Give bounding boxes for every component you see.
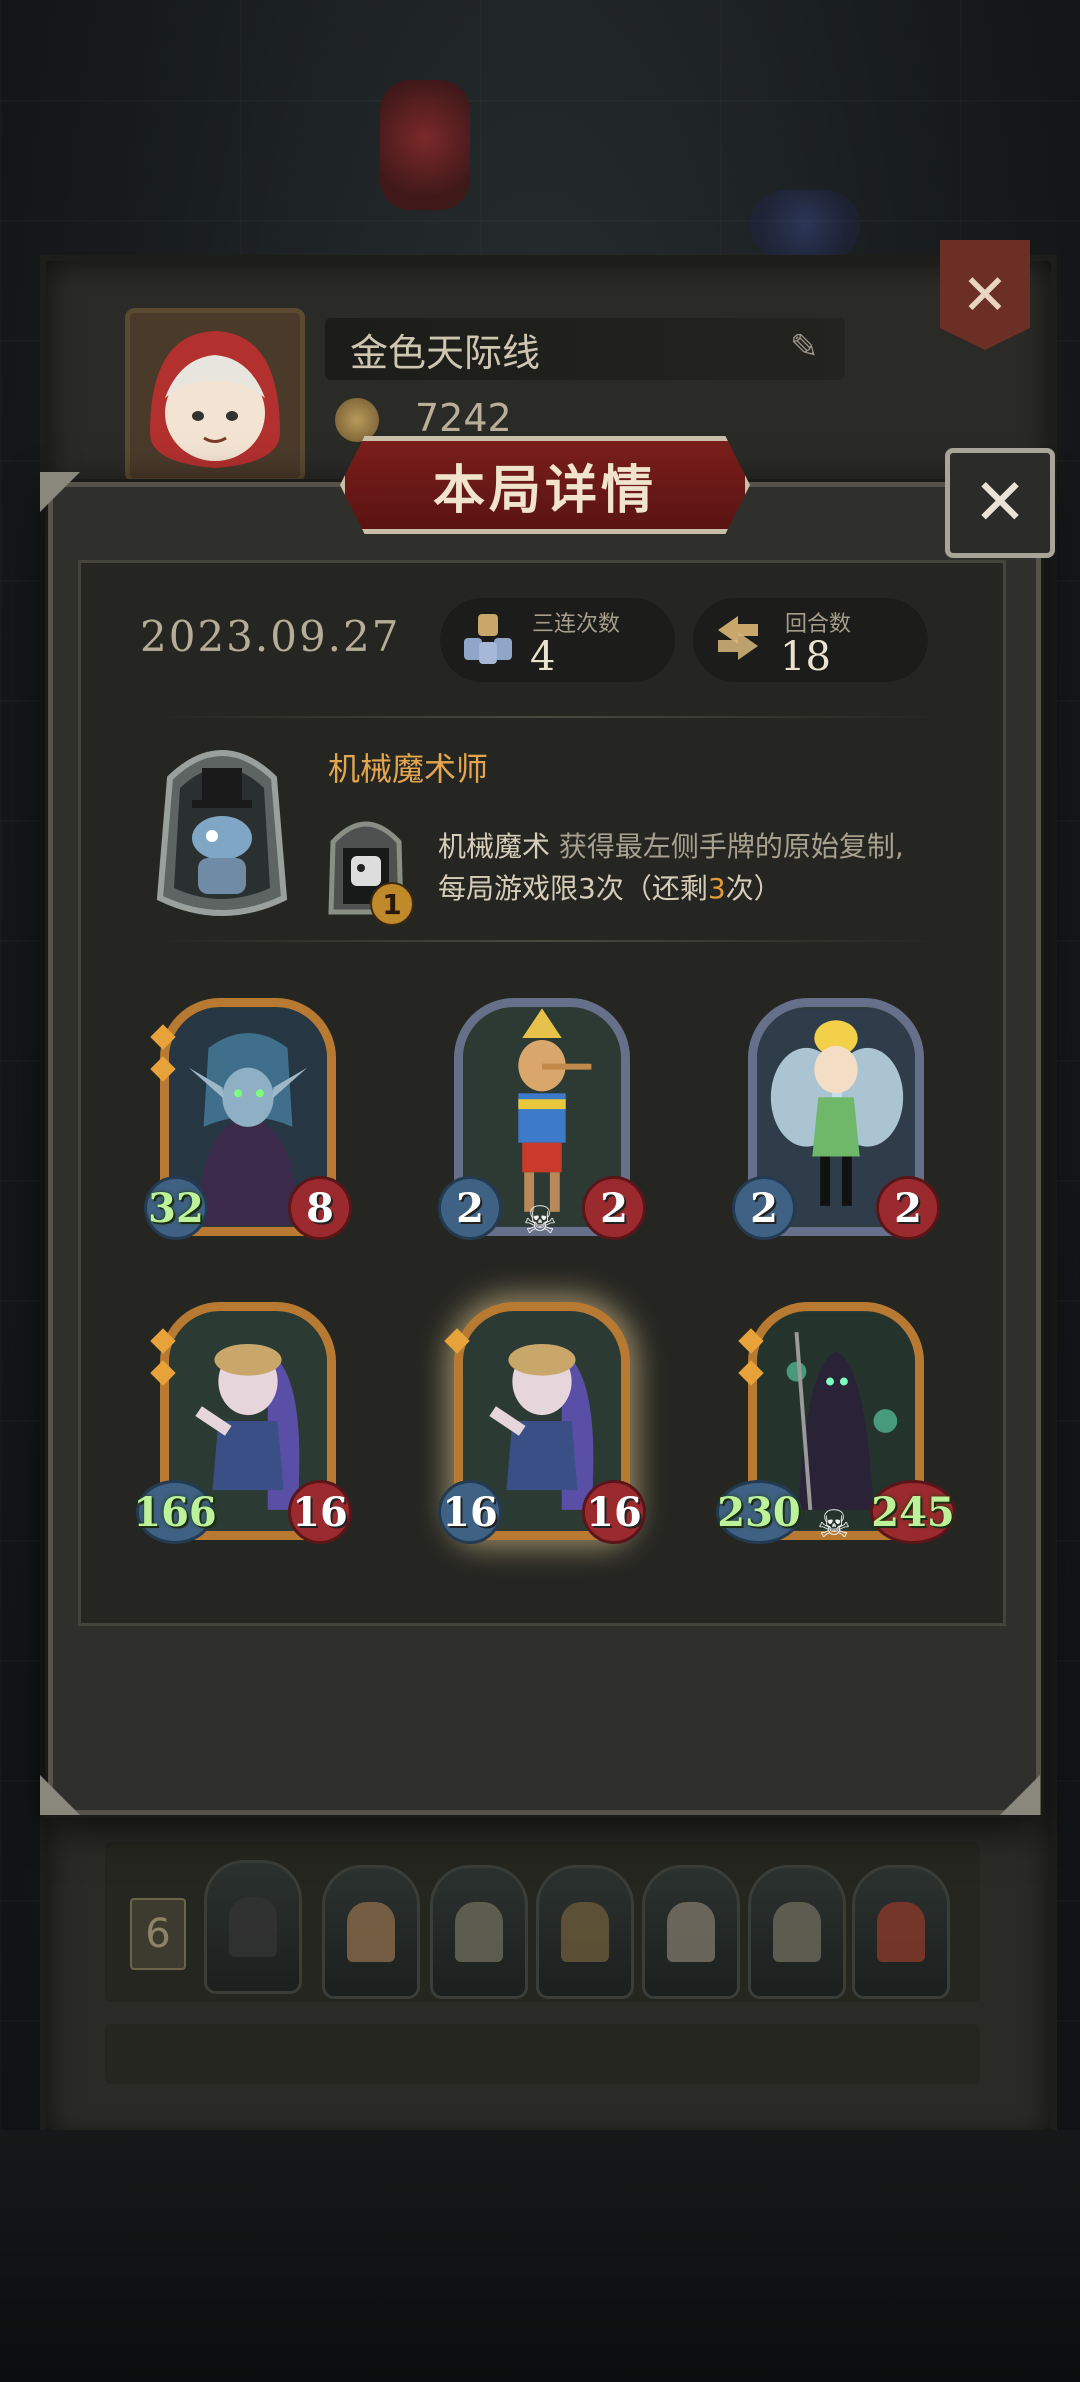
- skill-text-3: 次）: [725, 872, 782, 905]
- close-icon: ✕: [973, 466, 1027, 540]
- rounds-value: 18: [780, 634, 831, 680]
- skill-description: 机械魔术 获得最左侧手牌的原始复制, 每局游戏限3次（还剩3次）: [438, 826, 958, 910]
- title-banner: 本局详情: [340, 436, 750, 534]
- skull-icon: ☠: [816, 1502, 852, 1546]
- board-card[interactable]: 2 2: [732, 998, 940, 1248]
- card-health: 245: [870, 1480, 956, 1544]
- card-attack: 230: [716, 1480, 802, 1544]
- back-close-button[interactable]: ✕: [940, 240, 1030, 350]
- hero-portrait[interactable]: [150, 738, 294, 923]
- divider: [150, 716, 940, 718]
- skill-text-1: 获得最左侧手牌的原始复制,: [550, 830, 904, 863]
- card-attack: 32: [144, 1176, 208, 1240]
- pencil-icon[interactable]: ✎: [790, 330, 824, 364]
- board-card-selected[interactable]: 16 16: [438, 1302, 646, 1552]
- match-history-row[interactable]: [105, 2024, 980, 2084]
- skill-remaining: 3: [707, 872, 726, 905]
- card-attack: 16: [438, 1480, 502, 1544]
- close-icon: ✕: [961, 262, 1009, 328]
- card-attack: 2: [438, 1176, 502, 1240]
- skill-text-2: 每局游戏限3次（还剩: [438, 872, 708, 905]
- avatar[interactable]: [125, 308, 305, 483]
- rank-badge: 6: [130, 1898, 186, 1970]
- card-health: 16: [288, 1480, 352, 1544]
- skull-icon: ☠: [522, 1198, 558, 1242]
- board-card[interactable]: 230 245 ☠: [716, 1302, 956, 1552]
- blue-lantern: [750, 190, 860, 260]
- profile-coins: 7242: [415, 396, 512, 440]
- board-card[interactable]: 2 2 ☠: [438, 998, 646, 1248]
- skill-level-badge: 1: [370, 882, 414, 926]
- match-date: 2023.09.27: [140, 612, 401, 661]
- history-card-thumb: [536, 1865, 634, 1999]
- rounds-icon: [718, 616, 758, 660]
- card-health: 16: [582, 1480, 646, 1544]
- triples-value: 4: [530, 634, 556, 680]
- close-button[interactable]: ✕: [945, 448, 1055, 558]
- hero-name: 机械魔术师: [328, 750, 489, 788]
- profile-name: 金色天际线: [350, 331, 541, 375]
- card-attack: 2: [732, 1176, 796, 1240]
- history-card-thumb: [748, 1865, 846, 1999]
- card-health: 8: [288, 1176, 352, 1240]
- card-attack: 166: [133, 1480, 217, 1544]
- board-card[interactable]: 166 16: [133, 1302, 352, 1552]
- skill-name: 机械魔术: [438, 830, 551, 863]
- history-card-thumb: [430, 1865, 528, 1999]
- card-health: 2: [582, 1176, 646, 1240]
- avatar-girl-icon: [130, 313, 300, 478]
- history-hero-thumb: [204, 1860, 302, 1994]
- board-card[interactable]: 32 8: [144, 998, 352, 1248]
- divider: [150, 940, 940, 942]
- bottom-shadow: [0, 2130, 1080, 2382]
- triple-icon: [464, 614, 512, 664]
- card-health: 2: [876, 1176, 940, 1240]
- history-card-thumb: [322, 1865, 420, 1999]
- history-card-thumb: [852, 1865, 950, 1999]
- history-card-thumb: [642, 1865, 740, 1999]
- coin-icon: [335, 398, 379, 442]
- red-lantern: [380, 80, 470, 210]
- modal-title: 本局详情: [432, 460, 657, 521]
